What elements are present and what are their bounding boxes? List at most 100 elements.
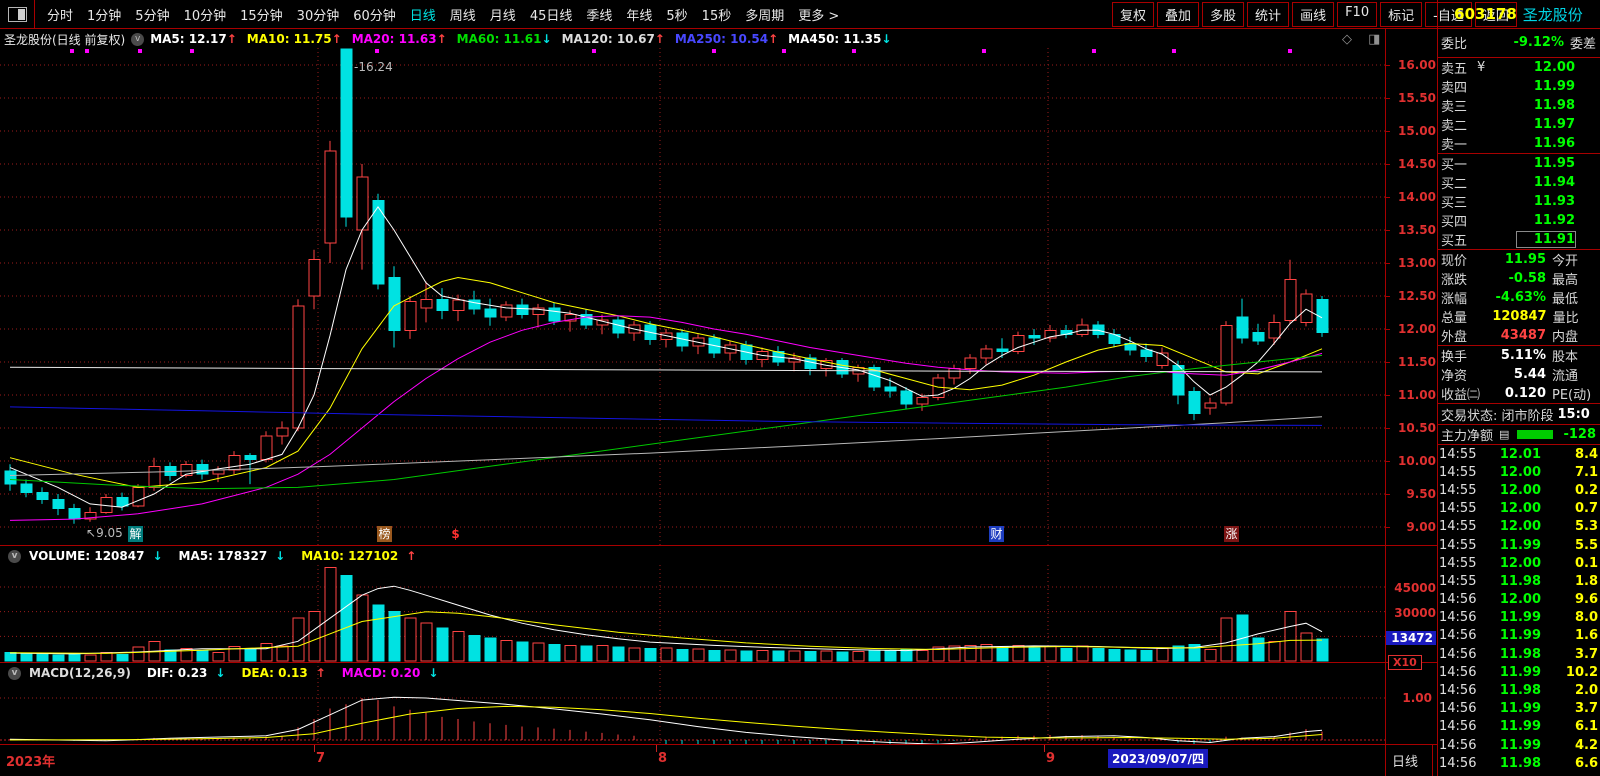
- button-画线[interactable]: 画线: [1292, 2, 1334, 27]
- price-tick-label: 14.50: [1390, 157, 1436, 171]
- price-tick-label: 16.00: [1390, 58, 1436, 72]
- timeframe-季线[interactable]: 季线: [579, 5, 619, 24]
- ask-row[interactable]: 卖三11.98: [1437, 96, 1600, 115]
- window-split-icon[interactable]: [8, 7, 27, 22]
- trade-row[interactable]: 14:5611.986.6: [1437, 754, 1600, 772]
- ma-value: MA450: 11.35↓: [788, 32, 891, 46]
- bid-row[interactable]: 买二11.94: [1437, 173, 1600, 192]
- ma-values: MA5: 12.17↑MA10: 11.75↑MA20: 11.63↑MA60:…: [150, 32, 901, 46]
- trade-volume: 7.1: [1541, 465, 1598, 480]
- trade-row[interactable]: 14:5611.983.7: [1437, 645, 1600, 663]
- info-row: 外盘43487内盘: [1437, 326, 1600, 345]
- button-复权[interactable]: 复权: [1112, 2, 1154, 27]
- timeframe-30分钟[interactable]: 30分钟: [290, 5, 347, 24]
- list-icon[interactable]: ▤: [1499, 428, 1509, 441]
- trade-volume: 1.8: [1541, 574, 1598, 589]
- trade-volume: 0.7: [1541, 501, 1598, 516]
- timeframe-15秒[interactable]: 15秒: [695, 5, 739, 24]
- button-统计[interactable]: 统计: [1247, 2, 1289, 27]
- chevron-down-icon[interactable]: v: [131, 33, 144, 46]
- timeframe-1分钟[interactable]: 1分钟: [80, 5, 128, 24]
- event-marker-财[interactable]: 财: [989, 526, 1004, 542]
- trade-volume: 3.7: [1541, 701, 1598, 716]
- trade-row[interactable]: 14:5611.998.0: [1437, 609, 1600, 627]
- info-label: 总量: [1441, 307, 1492, 326]
- bid-row[interactable]: 买一11.95: [1437, 154, 1600, 173]
- timeframe-更多 >[interactable]: 更多 >: [791, 5, 846, 24]
- tick-trade-list[interactable]: 14:5512.018.414:5512.007.114:5512.000.21…: [1437, 445, 1600, 772]
- bid-row[interactable]: 买四11.92: [1437, 211, 1600, 230]
- event-marker-$[interactable]: $: [448, 526, 463, 542]
- info-label-2: 最高: [1552, 269, 1596, 288]
- trade-row[interactable]: 14:5611.996.1: [1437, 718, 1600, 736]
- info-value: 5.11%: [1493, 348, 1546, 363]
- event-marker-榜[interactable]: 榜: [377, 526, 392, 542]
- timeframe-60分钟[interactable]: 60分钟: [346, 5, 403, 24]
- trade-row[interactable]: 14:5512.000.1: [1437, 554, 1600, 572]
- event-marker-涨[interactable]: 涨: [1224, 526, 1239, 542]
- macd-header: v MACD(12,26,9)DIF: 0.23↓DEA: 0.13↑MACD:…: [2, 664, 454, 682]
- signal-dot: [1092, 49, 1096, 53]
- timeframe-5分钟[interactable]: 5分钟: [128, 5, 176, 24]
- ask-row[interactable]: 卖一11.96: [1437, 134, 1600, 153]
- trade-row[interactable]: 14:5512.000.2: [1437, 481, 1600, 499]
- timeframe-15分钟[interactable]: 15分钟: [233, 5, 290, 24]
- timeframe-周线[interactable]: 周线: [443, 5, 483, 24]
- button-多股[interactable]: 多股: [1202, 2, 1244, 27]
- candlestick-chart[interactable]: [0, 48, 1385, 545]
- indicator-value: VOLUME: 120847↓: [29, 549, 171, 563]
- trade-time: 14:55: [1439, 574, 1485, 589]
- bid-row[interactable]: 买三11.93: [1437, 192, 1600, 211]
- button-叠加[interactable]: 叠加: [1157, 2, 1199, 27]
- price-tick-label: 10.50: [1390, 421, 1436, 435]
- trade-time: 14:55: [1439, 465, 1485, 480]
- chevron-down-icon[interactable]: v: [8, 550, 21, 563]
- trade-row[interactable]: 14:5512.007.1: [1437, 463, 1600, 481]
- button-标记[interactable]: 标记: [1380, 2, 1422, 27]
- ask-row[interactable]: 卖五¥12.00: [1437, 58, 1600, 77]
- bid-row[interactable]: 买五11.91: [1437, 230, 1600, 249]
- event-marker-解[interactable]: 解: [128, 526, 143, 542]
- timeframe-月线[interactable]: 月线: [483, 5, 523, 24]
- timeframe-分时[interactable]: 分时: [40, 5, 80, 24]
- trade-time: 14:56: [1439, 683, 1485, 698]
- price-tick-label: 10.00: [1390, 454, 1436, 468]
- timeframe-日线[interactable]: 日线: [403, 5, 443, 24]
- trade-row[interactable]: 14:5611.9910.2: [1437, 663, 1600, 681]
- weibi-value: -9.12%: [1467, 35, 1564, 50]
- ma-value: MA250: 10.54↑: [675, 32, 778, 46]
- timeframe-5秒[interactable]: 5秒: [659, 5, 694, 24]
- button-F10[interactable]: F10: [1337, 2, 1377, 27]
- ask-row[interactable]: 卖四11.99: [1437, 77, 1600, 96]
- chevron-down-icon[interactable]: v: [8, 667, 21, 680]
- info-value: 43487: [1493, 328, 1546, 343]
- timeframe-年线[interactable]: 年线: [619, 5, 659, 24]
- trade-row[interactable]: 14:5611.993.7: [1437, 700, 1600, 718]
- ask-row[interactable]: 卖二11.97: [1437, 115, 1600, 134]
- indicator-value: DEA: 0.13↑: [241, 666, 333, 680]
- timeframe-menu: 分时1分钟5分钟10分钟15分钟30分钟60分钟日线周线月线45日线季线年线5秒…: [40, 0, 846, 28]
- trade-row[interactable]: 14:5611.991.6: [1437, 627, 1600, 645]
- trade-row[interactable]: 14:5612.009.6: [1437, 591, 1600, 609]
- chart-corner-icons[interactable]: ◇ ◨: [1342, 32, 1386, 47]
- price-tick-label: 15.00: [1390, 124, 1436, 138]
- trade-row[interactable]: 14:5611.994.2: [1437, 736, 1600, 754]
- stock-title: 603178 圣龙股份: [1437, 0, 1600, 28]
- date-axis: 2023年 789 2023/09/07/四 日线: [0, 745, 1600, 776]
- trade-row[interactable]: 14:5511.995.5: [1437, 536, 1600, 554]
- ma-value: MA120: 10.67↑: [562, 32, 665, 46]
- top-toolbar: 分时1分钟5分钟10分钟15分钟30分钟60分钟日线周线月线45日线季线年线5秒…: [0, 0, 1600, 28]
- volume-multiplier: X10: [1388, 655, 1422, 670]
- trade-row[interactable]: 14:5611.982.0: [1437, 681, 1600, 699]
- trade-volume: 9.6: [1541, 592, 1598, 607]
- timeframe-10分钟[interactable]: 10分钟: [177, 5, 234, 24]
- trade-row[interactable]: 14:5512.000.7: [1437, 500, 1600, 518]
- trade-row[interactable]: 14:5512.018.4: [1437, 445, 1600, 463]
- trade-row[interactable]: 14:5512.005.3: [1437, 518, 1600, 536]
- trade-row[interactable]: 14:5511.981.8: [1437, 572, 1600, 590]
- timeframe-多周期[interactable]: 多周期: [738, 5, 791, 24]
- axis-tick: [1385, 296, 1390, 297]
- volume-header: v VOLUME: 120847↓MA5: 178327↓MA10: 12710…: [2, 547, 432, 565]
- timeframe-45日线[interactable]: 45日线: [523, 5, 580, 24]
- trade-time: 14:56: [1439, 647, 1485, 662]
